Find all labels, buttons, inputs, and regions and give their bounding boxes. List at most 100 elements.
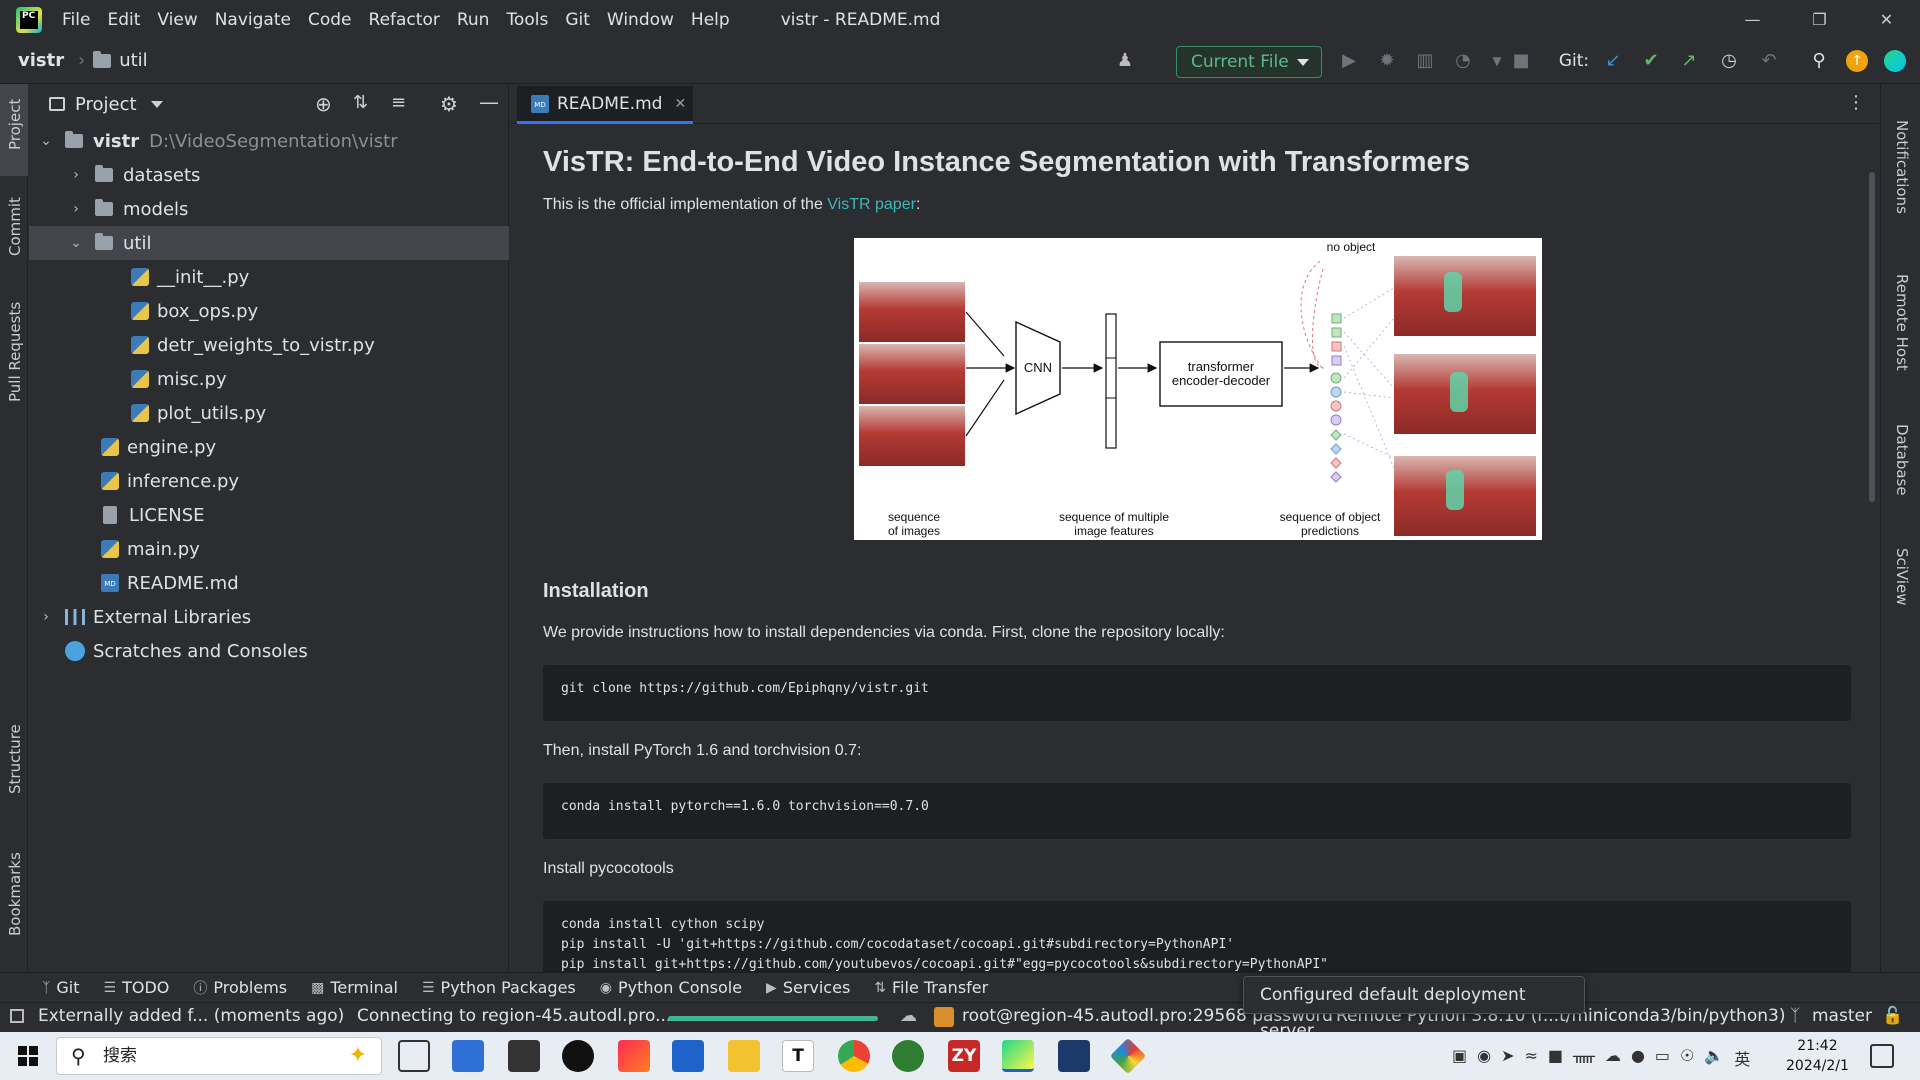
lock-icon[interactable]: 🔓 [1882, 1006, 1903, 1026]
git-commit-icon[interactable]: ✔ [1640, 50, 1662, 72]
tree-item-datasets[interactable]: › datasets [29, 158, 509, 192]
taskbar-search-input[interactable]: ⚲ 搜索 ✦ [56, 1037, 382, 1075]
tool-notifications[interactable]: Notifications [1893, 120, 1911, 214]
tool-file-transfer[interactable]: ⇅ File Transfer [874, 978, 988, 997]
system-tray[interactable]: ▣ ◉ ➤ ≈ ■ ᚅ ☁ ● ▭ ☉ 🔈 英 [1452, 1046, 1750, 1070]
gear-icon[interactable]: ⚙ [440, 92, 458, 116]
tray-icon[interactable]: ➤ [1501, 1046, 1514, 1070]
tool-project[interactable]: Project [6, 99, 24, 150]
chevron-right-icon[interactable]: › [69, 201, 83, 217]
code-block-clone[interactable]: git clone https://github.com/Epiphqny/vi… [543, 665, 1851, 721]
tree-item-util[interactable]: ⌄ util [29, 226, 509, 260]
tree-item-vistr[interactable]: ⌄ vistr D:\VideoSegmentation\vistr [29, 124, 509, 158]
debug-icon[interactable]: ✹ [1376, 50, 1398, 72]
tool-pull-requests[interactable]: Pull Requests [6, 302, 24, 402]
task-view-icon[interactable] [398, 1040, 430, 1072]
breadcrumb-folder[interactable]: › util [78, 50, 148, 71]
colorful-app-icon[interactable] [1109, 1037, 1147, 1075]
menu-window[interactable]: Window [607, 10, 674, 30]
tab-readme[interactable]: MD README.md ✕ [517, 86, 693, 124]
jetbrains-app-icon[interactable] [618, 1040, 650, 1072]
git-update-icon[interactable]: ↙ [1602, 50, 1624, 72]
tool-python-packages[interactable]: ☰ Python Packages [422, 978, 576, 997]
tree-item-external-libraries[interactable]: › External Libraries [29, 600, 509, 634]
locate-icon[interactable]: ⊕ [315, 92, 332, 116]
menu-git[interactable]: Git [565, 10, 590, 30]
pycharm-logo-icon[interactable]: PC [16, 7, 42, 33]
store-app-icon[interactable] [452, 1040, 484, 1072]
more-vertical-icon[interactable]: ⋮ [1847, 92, 1865, 113]
tool-database[interactable]: Database [1893, 424, 1911, 496]
tool-python-console[interactable]: ◉ Python Console [600, 978, 742, 997]
coverage-icon[interactable]: ▥ [1414, 50, 1436, 72]
chevron-right-icon[interactable]: › [69, 167, 83, 183]
tool-terminal[interactable]: ▩ Terminal [311, 978, 398, 997]
anaconda-app-icon[interactable] [892, 1040, 924, 1072]
menu-run[interactable]: Run [457, 10, 490, 30]
zy-app-icon[interactable]: ZY [948, 1040, 980, 1072]
history-icon[interactable]: ◷ [1718, 50, 1740, 72]
menu-code[interactable]: Code [308, 10, 352, 30]
battery-icon[interactable]: ▭ [1655, 1046, 1670, 1070]
restore-icon[interactable]: ❐ [1786, 0, 1853, 40]
tool-problems[interactable]: ⓘ Problems [193, 978, 287, 998]
status-message[interactable]: Externally added f... (moments ago) [38, 1006, 344, 1026]
tree-item-box-ops-py[interactable]: box_ops.py [29, 294, 509, 328]
chevron-down-icon[interactable] [150, 100, 163, 108]
paper-link[interactable]: VisTR paper [827, 196, 916, 213]
expand-all-icon[interactable]: ⇅ [353, 92, 368, 113]
tool-git[interactable]: ᛉ Git [42, 978, 80, 997]
rollback-icon[interactable]: ↶ [1758, 50, 1780, 72]
tool-todo[interactable]: ☰ TODO [104, 978, 170, 997]
tree-item-readme-md[interactable]: MD README.md [29, 566, 509, 600]
typora-app-icon[interactable]: T [782, 1040, 814, 1072]
tray-icon[interactable]: ☁ [1605, 1046, 1621, 1070]
menu-navigate[interactable]: Navigate [215, 10, 291, 30]
toggle-tool-windows-icon[interactable] [10, 1009, 24, 1023]
hide-icon[interactable]: — [479, 90, 499, 114]
tree-item-init-py[interactable]: __init__.py [29, 260, 509, 294]
code-block-pytorch[interactable]: conda install pytorch==1.6.0 torchvision… [543, 783, 1851, 839]
tree-item-scratches[interactable]: Scratches and Consoles [29, 634, 509, 668]
menu-edit[interactable]: Edit [107, 10, 140, 30]
menu-tools[interactable]: Tools [506, 10, 548, 30]
terminal-app-icon[interactable] [508, 1040, 540, 1072]
tree-item-inference-py[interactable]: inference.py [29, 464, 509, 498]
chevron-down-icon[interactable]: ⌄ [39, 133, 53, 149]
user-icon[interactable]: ♟ [1114, 50, 1136, 72]
bluetooth-icon[interactable]: ᚅ [1573, 1046, 1595, 1070]
tool-services[interactable]: ▶ Services [766, 978, 850, 997]
tray-icon[interactable]: ▣ [1452, 1046, 1467, 1070]
tree-item-engine-py[interactable]: engine.py [29, 430, 509, 464]
menu-help[interactable]: Help [691, 10, 730, 30]
tool-sciview[interactable]: SciView [1893, 548, 1911, 606]
taskbar-clock[interactable]: 21:42 2024/2/1 [1786, 1036, 1849, 1076]
vertical-scrollbar[interactable] [1869, 172, 1875, 502]
minimize-icon[interactable]: — [1719, 0, 1786, 40]
volume-icon[interactable]: 🔈 [1704, 1046, 1724, 1070]
menu-refactor[interactable]: Refactor [369, 10, 440, 30]
cat-app-icon[interactable] [1058, 1040, 1090, 1072]
close-icon[interactable]: ✕ [1853, 0, 1920, 40]
menu-file[interactable]: File [62, 10, 90, 30]
tree-item-main-py[interactable]: main.py [29, 532, 509, 566]
tool-bookmarks[interactable]: Bookmarks [6, 852, 24, 936]
tool-structure[interactable]: Structure [6, 724, 24, 794]
breadcrumb-project[interactable]: vistr [18, 50, 64, 71]
github-app-icon[interactable] [562, 1040, 594, 1072]
network-icon[interactable]: ☉ [1680, 1046, 1694, 1070]
more-run-chevron-down-icon[interactable]: ▼ [1486, 50, 1508, 72]
tray-icon[interactable]: ● [1631, 1046, 1645, 1070]
project-panel-title[interactable]: Project [75, 94, 137, 115]
run-icon[interactable]: ▶ [1338, 50, 1360, 72]
tree-item-models[interactable]: › models [29, 192, 509, 226]
tree-item-plot-utils-py[interactable]: plot_utils.py [29, 396, 509, 430]
chevron-down-icon[interactable]: ⌄ [69, 235, 83, 251]
pycharm-app-icon[interactable] [1002, 1040, 1034, 1072]
notification-center-icon[interactable] [1870, 1044, 1894, 1068]
code-block-pycocotools[interactable]: conda install cython scipy pip install -… [543, 901, 1851, 972]
ide-services-icon[interactable] [1884, 50, 1906, 72]
collapse-all-icon[interactable]: ≡ [391, 92, 406, 113]
chevron-right-icon[interactable]: › [39, 609, 53, 625]
git-push-icon[interactable]: ↗ [1678, 50, 1700, 72]
